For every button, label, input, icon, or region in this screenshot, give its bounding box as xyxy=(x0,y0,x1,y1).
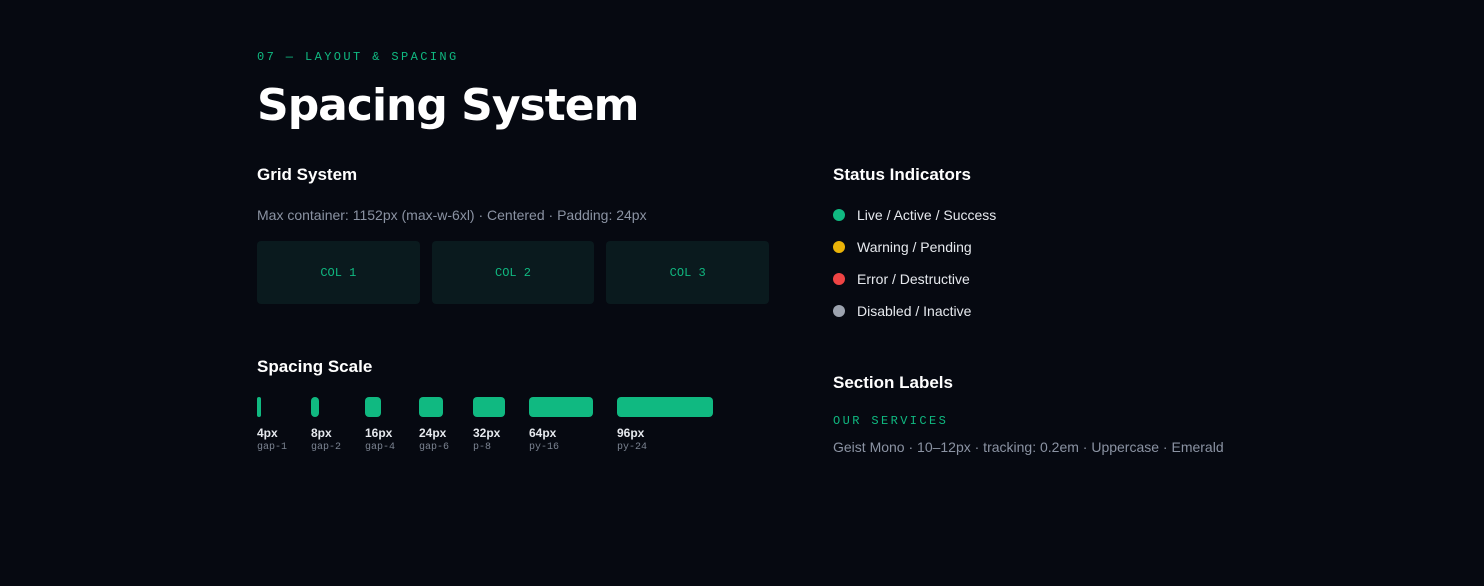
spacing-bar xyxy=(529,397,593,417)
spacing-value: 64px xyxy=(529,426,557,440)
spacing-token: gap-4 xyxy=(365,442,396,453)
status-label: Warning / Pending xyxy=(857,239,972,255)
spacing-bar xyxy=(257,397,261,417)
spacing-token: p-8 xyxy=(473,442,492,453)
spacing-item: 64px py-16 xyxy=(529,397,593,454)
status-item-error: Error / Destructive xyxy=(833,270,970,288)
spacing-token: gap-6 xyxy=(419,442,450,453)
status-label: Error / Destructive xyxy=(857,271,970,287)
status-label: Live / Active / Success xyxy=(857,207,997,223)
spacing-value: 16px xyxy=(365,426,393,440)
grid-system-description: Max container: 1152px (max-w-6xl) · Cent… xyxy=(257,207,647,223)
grid-column-2: COL 2 xyxy=(431,241,595,304)
status-indicators-heading: Status Indicators xyxy=(833,165,971,184)
status-dot-icon xyxy=(833,241,845,253)
status-item-success: Live / Active / Success xyxy=(833,206,996,224)
spacing-bar xyxy=(311,397,319,417)
spacing-token: gap-1 xyxy=(257,442,288,453)
status-label: Disabled / Inactive xyxy=(857,303,972,319)
page-title: Spacing System xyxy=(257,80,639,131)
spacing-bar xyxy=(365,397,381,417)
spacing-token: py-16 xyxy=(529,442,560,453)
spacing-bar xyxy=(617,397,713,417)
grid-column-3: COL 3 xyxy=(606,241,770,304)
spacing-item: 96px py-24 xyxy=(617,397,713,454)
spacing-item: 24px gap-6 xyxy=(419,397,449,454)
spacing-item: 32px p-8 xyxy=(473,397,505,454)
spacing-item: 4px gap-1 xyxy=(257,397,287,454)
status-dot-icon xyxy=(833,209,845,221)
spacing-value: 24px xyxy=(419,426,447,440)
section-labels-description: Geist Mono · 10–12px · tracking: 0.2em ·… xyxy=(833,439,1224,455)
section-label-example: OUR SERVICES xyxy=(833,414,949,428)
spacing-item: 16px gap-4 xyxy=(365,397,395,454)
spacing-scale-heading: Spacing Scale xyxy=(257,357,373,376)
spacing-value: 32px xyxy=(473,426,501,440)
spacing-value: 4px xyxy=(257,426,278,440)
status-item-warning: Warning / Pending xyxy=(833,238,972,256)
section-labels-heading: Section Labels xyxy=(833,373,953,392)
spacing-value: 8px xyxy=(311,426,332,440)
spacing-value: 96px xyxy=(617,426,645,440)
spacing-bar xyxy=(419,397,443,417)
layout-spacing-section: 07 — LAYOUT & SPACING Spacing System Gri… xyxy=(257,0,1257,586)
spacing-token: gap-2 xyxy=(311,442,342,453)
grid-columns-demo: COL 1 COL 2 COL 3 xyxy=(257,241,770,304)
spacing-item: 8px gap-2 xyxy=(311,397,341,454)
status-item-disabled: Disabled / Inactive xyxy=(833,302,971,320)
status-dot-icon xyxy=(833,273,845,285)
section-eyebrow: 07 — LAYOUT & SPACING xyxy=(257,50,459,64)
status-dot-icon xyxy=(833,305,845,317)
grid-system-heading: Grid System xyxy=(257,165,358,184)
spacing-token: py-24 xyxy=(617,442,648,453)
spacing-bar xyxy=(473,397,505,417)
grid-column-1: COL 1 xyxy=(257,241,420,304)
spacing-scale: 4px gap-1 8px gap-2 16px gap-4 24px gap-… xyxy=(257,397,777,457)
